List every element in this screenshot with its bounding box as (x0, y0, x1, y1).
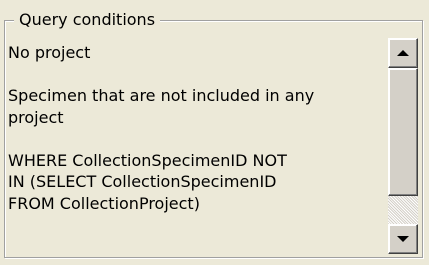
arrow-down-icon (397, 236, 409, 242)
query-conditions-title: Query conditions (14, 10, 161, 30)
vertical-scrollbar[interactable] (388, 38, 418, 254)
text-line: Specimen that are not included in any (8, 86, 315, 105)
scroll-up-button[interactable] (388, 38, 418, 68)
scroll-down-button[interactable] (388, 224, 418, 254)
text-line: IN (SELECT CollectionSpecimenID (8, 172, 277, 191)
query-conditions-text[interactable]: No project Specimen that are not include… (8, 42, 384, 252)
text-line: FROM CollectionProject) (8, 193, 200, 213)
text-line (8, 128, 384, 150)
text-line: No project (8, 43, 91, 62)
arrow-up-icon (397, 50, 409, 56)
text-line (8, 64, 384, 86)
text-line: project (8, 107, 64, 127)
scrollbar-thumb[interactable] (388, 68, 418, 196)
text-line: WHERE CollectionSpecimenID NOT (8, 150, 287, 170)
